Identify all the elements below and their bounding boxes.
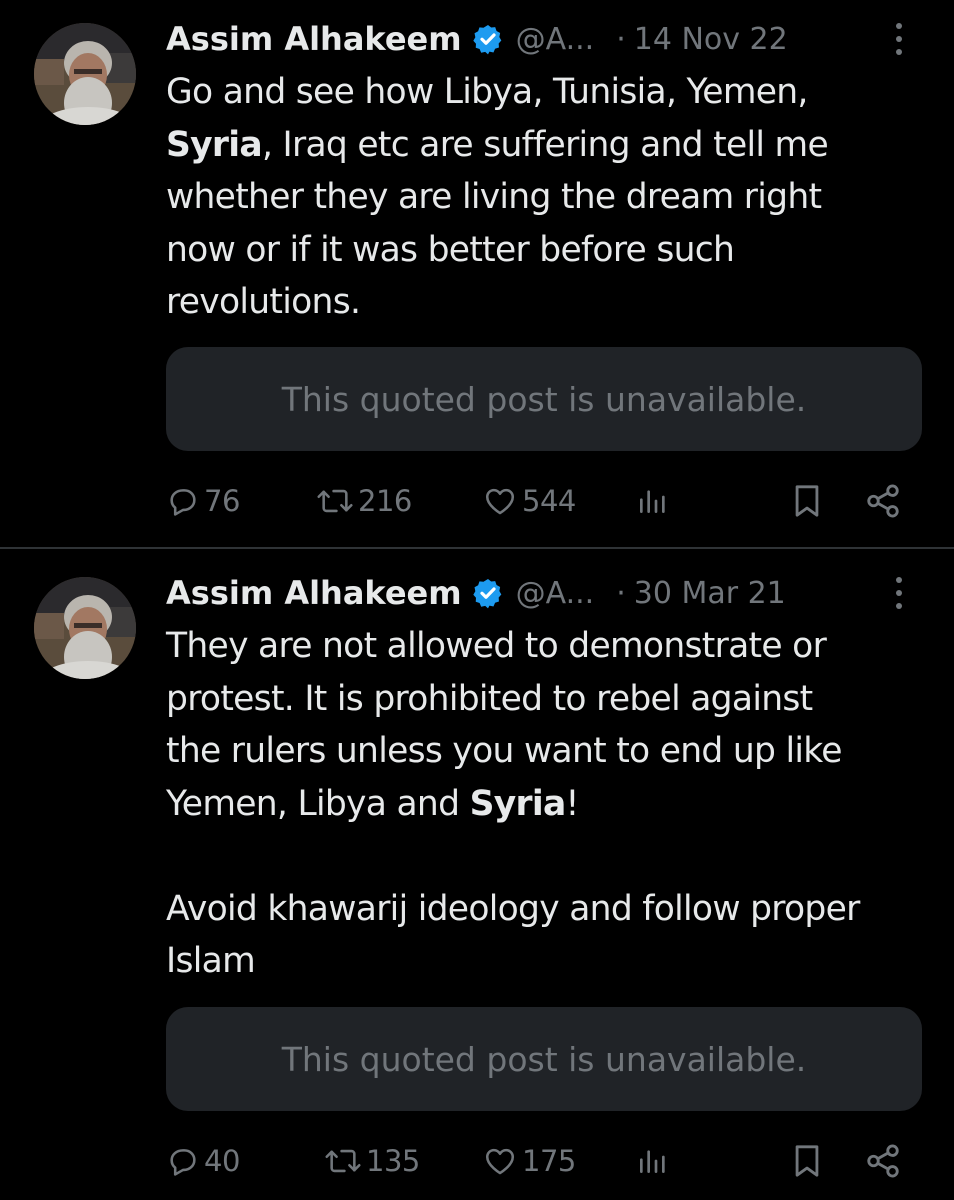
views-button[interactable] — [636, 1136, 668, 1186]
tweet-text: They are not allowed to demonstrate or p… — [166, 620, 926, 988]
tweet-header: Assim Alhakeem @A... · 30 Mar 21 — [166, 568, 920, 618]
author-name[interactable]: Assim Alhakeem — [166, 574, 462, 612]
tweet-line: Avoid khawarij ideology and follow prope… — [166, 888, 860, 929]
avatar-photo — [34, 23, 136, 125]
verified-badge-icon[interactable] — [472, 577, 504, 609]
action-bar: 76 216 544 — [166, 476, 906, 526]
share-button[interactable] — [864, 1136, 902, 1186]
views-chart-icon — [640, 1150, 665, 1173]
bookmark-icon — [795, 485, 819, 517]
author-handle[interactable]: @A... — [516, 22, 595, 57]
like-count: 544 — [522, 484, 576, 518]
bookmark-button[interactable] — [790, 1136, 824, 1186]
more-options-icon[interactable] — [892, 19, 906, 59]
quoted-post-unavailable: This quoted post is unavailable. — [166, 1007, 922, 1111]
repost-count: 216 — [358, 484, 412, 518]
tweet-header: Assim Alhakeem @A... · 14 Nov 22 — [166, 14, 920, 64]
repost-button[interactable]: 135 — [324, 1136, 420, 1186]
author-handle[interactable]: @A... — [516, 576, 595, 611]
tweet-line: protest. It is prohibited to rebel again… — [166, 678, 813, 719]
tweet-text: Go and see how Libya, Tunisia, Yemen, Sy… — [166, 66, 926, 329]
views-button[interactable] — [636, 476, 668, 526]
tweet-line: Yemen, Libya and Syria! — [166, 778, 926, 831]
repost-icon — [325, 1149, 361, 1173]
tweet-line: the rulers unless you want to end up lik… — [166, 731, 843, 771]
tweet-line: Go and see how Libya, Tunisia, Yemen, — [166, 72, 808, 112]
verified-badge-icon[interactable] — [472, 23, 504, 55]
reply-icon — [170, 489, 196, 516]
tweet-line: They are not allowed to demonstrate or — [166, 626, 827, 666]
reply-count: 40 — [204, 1144, 240, 1178]
bookmark-button[interactable] — [790, 476, 824, 526]
like-button[interactable]: 544 — [482, 476, 576, 526]
more-options-icon[interactable] — [892, 573, 906, 613]
bold-word: Syria — [166, 124, 263, 165]
share-button[interactable] — [864, 476, 902, 526]
like-button[interactable]: 175 — [482, 1136, 576, 1186]
tweet-date[interactable]: 30 Mar 21 — [634, 576, 786, 611]
reply-button[interactable]: 40 — [166, 1136, 240, 1186]
bold-word: Syria — [469, 783, 567, 824]
repost-count: 135 — [366, 1144, 420, 1178]
tweet-line-pre: Yemen, Libya and — [166, 783, 470, 824]
reply-icon — [170, 1149, 196, 1176]
separator-dot: · — [616, 575, 626, 611]
action-bar: 40 135 175 — [166, 1136, 906, 1186]
tweet-line: Syria, Iraq etc are suffering and tell m… — [166, 119, 926, 172]
repost-button[interactable]: 216 — [316, 476, 412, 526]
author-name[interactable]: Assim Alhakeem — [166, 20, 462, 58]
tweet-line-post: ! — [565, 783, 580, 824]
views-chart-icon — [640, 490, 665, 513]
heart-icon — [485, 1148, 515, 1175]
quoted-post-text: This quoted post is unavailable. — [281, 1039, 807, 1079]
tweet-line: Islam — [166, 941, 256, 981]
repost-icon — [317, 489, 353, 513]
quoted-post-text: This quoted post is unavailable. — [281, 379, 807, 419]
avatar[interactable] — [34, 23, 136, 125]
share-icon — [867, 484, 899, 518]
tweet-line: whether they are living the dream right — [166, 177, 822, 217]
avatar[interactable] — [34, 577, 136, 679]
quoted-post-unavailable: This quoted post is unavailable. — [166, 347, 922, 451]
tweet-line: now or if it was better before such — [166, 229, 735, 270]
avatar-photo — [34, 577, 136, 679]
reply-count: 76 — [204, 484, 240, 518]
heart-icon — [485, 488, 515, 515]
tweet-date[interactable]: 14 Nov 22 — [634, 22, 788, 57]
tweet-divider — [0, 547, 954, 549]
bookmark-icon — [795, 1145, 819, 1177]
tweet-line: revolutions. — [166, 282, 361, 322]
share-icon — [867, 1144, 899, 1178]
reply-button[interactable]: 76 — [166, 476, 240, 526]
separator-dot: · — [616, 21, 626, 57]
tweet-line-rest: , Iraq etc are suffering and tell me — [261, 124, 829, 165]
like-count: 175 — [522, 1144, 576, 1178]
